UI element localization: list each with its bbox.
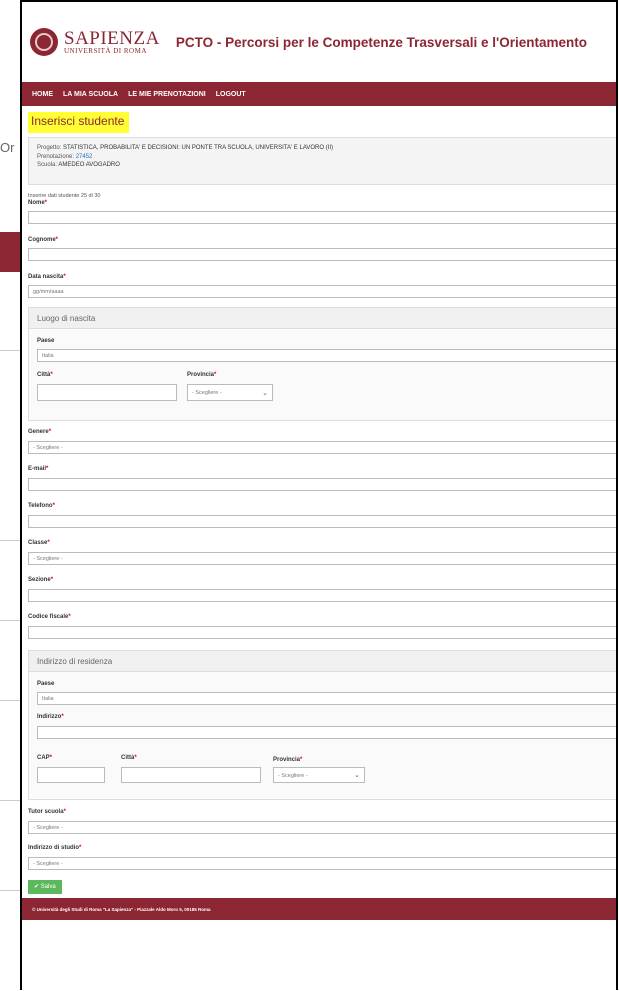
cap-input[interactable] [37, 767, 105, 783]
project-value: STATISTICA, PROBABILITA' E DECISIONI: UN… [63, 145, 334, 151]
cognome-label: Cognome* [28, 237, 59, 243]
main-nav: HOME LA MIA SCUOLA LE MIE PRENOTAZIONI L… [22, 82, 616, 106]
browser-frame: SAPIENZA UNIVERSITÀ DI ROMA PCTO - Perco… [20, 0, 618, 990]
telefono-input[interactable] [28, 515, 616, 528]
residenza-fieldset: Indirizzo di residenza Paese Italia Indi… [28, 650, 616, 800]
booking-label: Prenotazione: [37, 153, 75, 160]
codice-fiscale-input[interactable] [28, 626, 616, 639]
site-footer: © Università degli Studi di Roma "La Sap… [22, 898, 616, 920]
residenza-title: Indirizzo di residenza [37, 657, 113, 666]
booking-link[interactable]: 27452 [76, 154, 93, 160]
page-title: Inserisci studente [28, 112, 130, 133]
citta-res-label: Città* [121, 755, 137, 761]
background-text: Or [0, 140, 15, 155]
paese-input[interactable]: Italia [37, 349, 616, 362]
data-nascita-label: Data nascita* [28, 274, 66, 280]
cognome-input[interactable] [28, 248, 616, 261]
citta-res-input[interactable] [121, 767, 261, 783]
chevron-down-icon: ⌄ [262, 390, 268, 397]
chevron-down-icon: ⌄ [354, 772, 360, 779]
paese-label: Paese [37, 338, 55, 344]
indirizzo-studio-select[interactable]: - Scegliere - [28, 857, 616, 870]
nav-bookings[interactable]: LE MIE PRENOTAZIONI [128, 91, 206, 98]
luogo-nascita-fieldset: Luogo di nascita Paese Italia Città* Pro… [28, 307, 616, 421]
paese-res-label: Paese [37, 681, 55, 687]
cap-label: CAP* [37, 755, 53, 761]
data-nascita-input[interactable]: gg/mm/aaaa [28, 285, 616, 298]
provincia-label: Provincia* [187, 372, 217, 378]
nome-label: Nome* [28, 200, 48, 206]
app-title: PCTO - Percorsi per le Competenze Trasve… [175, 34, 587, 50]
nome-input[interactable] [28, 211, 616, 224]
project-info: Progetto: STATISTICA, PROBABILITA' E DEC… [28, 137, 616, 185]
project-label: Progetto: [37, 145, 62, 151]
sezione-label: Sezione* [28, 577, 54, 583]
indirizzo-input[interactable] [37, 726, 616, 739]
codice-fiscale-label: Codice fiscale* [28, 614, 71, 620]
tutor-label: Tutor scuola* [28, 809, 66, 815]
check-icon: ✔ [34, 884, 40, 890]
provincia-res-label: Provincia* [273, 757, 303, 763]
indirizzo-studio-label: Indirizzo di studio* [28, 845, 82, 851]
sapienza-logo[interactable]: SAPIENZA UNIVERSITÀ DI ROMA [30, 28, 160, 56]
classe-label: Classe* [28, 540, 50, 546]
nav-school[interactable]: LA MIA SCUOLA [63, 91, 118, 98]
site-header: SAPIENZA UNIVERSITÀ DI ROMA PCTO - Perco… [22, 2, 616, 82]
citta-input[interactable] [37, 384, 177, 401]
indirizzo-label: Indirizzo* [37, 714, 64, 720]
paese-res-input[interactable]: Italia [37, 692, 616, 705]
school-label: Scuola: [37, 162, 58, 168]
luogo-nascita-title: Luogo di nascita [37, 314, 96, 323]
save-button[interactable]: ✔ Salva [28, 880, 62, 894]
nav-logout[interactable]: LOGOUT [216, 91, 246, 98]
citta-label: Città* [37, 372, 53, 378]
genere-select[interactable]: - Scegliere - [28, 441, 616, 454]
school-value: AMEDEO AVOGADRO [58, 162, 120, 168]
telefono-label: Telefono* [28, 503, 55, 509]
nav-home[interactable]: HOME [32, 91, 53, 98]
classe-select[interactable]: - Scegliere - [28, 552, 616, 565]
logo-sub-text: UNIVERSITÀ DI ROMA [64, 47, 147, 55]
email-label: E-mail* [28, 466, 49, 472]
email-input[interactable] [28, 478, 616, 491]
provincia-select[interactable]: - Scegliere - ⌄ [187, 384, 273, 401]
tutor-select[interactable]: - Scegliere - [28, 821, 616, 834]
genere-label: Genere* [28, 429, 52, 435]
sezione-input[interactable] [28, 589, 616, 602]
counter-note: Inserire dati studente 25 di 30 [28, 193, 101, 199]
logo-main-text: SAPIENZA [64, 28, 160, 49]
university-seal-icon [30, 28, 58, 56]
provincia-res-select[interactable]: - Scegliere - ⌄ [273, 767, 365, 783]
